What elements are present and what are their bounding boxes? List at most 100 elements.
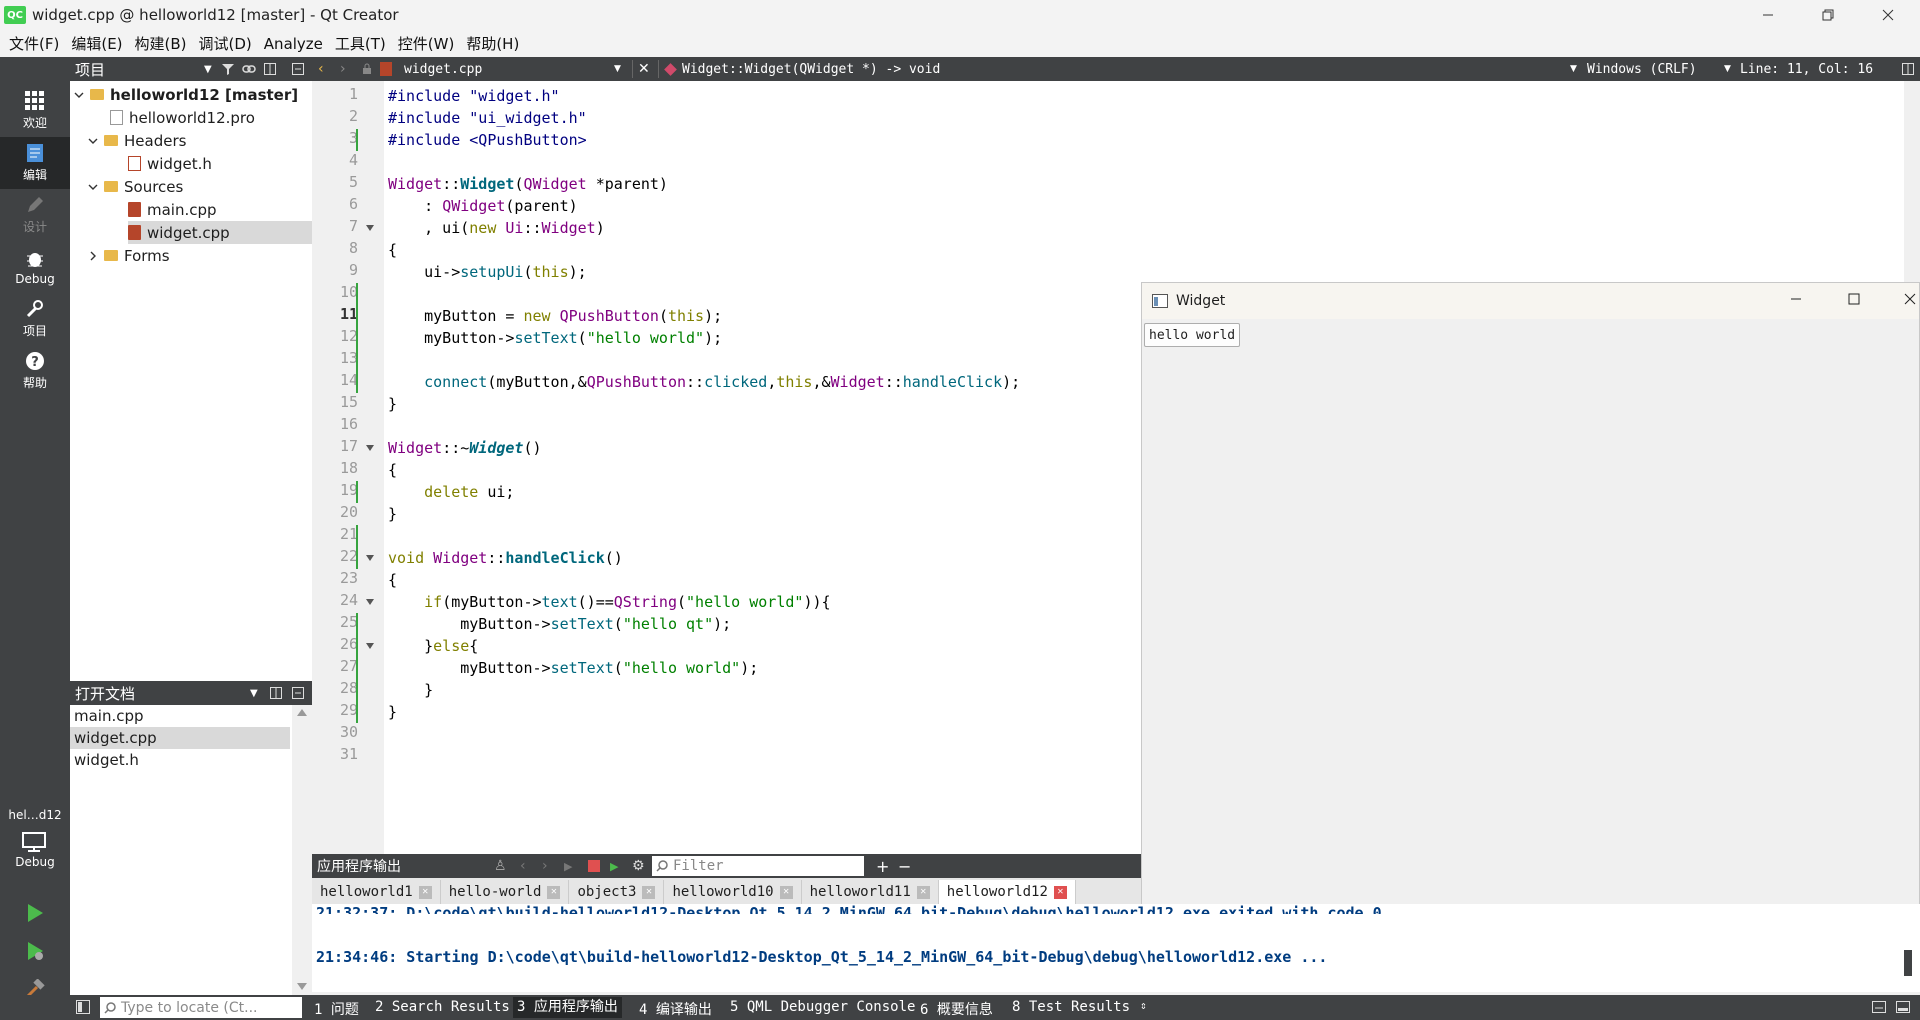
pane-compile-output[interactable]: 4 编译输出 (639, 999, 712, 1019)
tree-item-sources[interactable]: Sources (88, 175, 312, 198)
debug-run-button[interactable] (0, 933, 70, 969)
output-pane-toggle-icon[interactable] (1896, 1001, 1910, 1013)
prev-icon[interactable]: ‹ (520, 858, 526, 874)
pane-application-output[interactable]: 3 应用程序输出 (513, 997, 622, 1018)
current-symbol[interactable]: Widget::Widget(QWidget *) -> void (682, 62, 940, 77)
menu-widgets[interactable]: 控件(W) (392, 33, 461, 54)
tree-item-widget-h[interactable]: widget.h (128, 152, 312, 175)
tree-item-project-root[interactable]: helloworld12 [master] (70, 83, 312, 106)
gear-icon[interactable]: ⚙ (632, 858, 645, 874)
output-tab[interactable]: helloworld1 ✕ (312, 880, 441, 904)
pane-issues[interactable]: 1 问题 (314, 999, 359, 1019)
output-tab[interactable]: hello-world ✕ (440, 880, 570, 904)
view-dropdown-icon[interactable]: ▼ (204, 64, 212, 75)
menu-file[interactable]: 文件(F) (3, 33, 65, 54)
tree-item-widget-cpp[interactable]: widget.cpp (128, 221, 312, 244)
tree-item-forms[interactable]: Forms (88, 244, 312, 267)
symbol-dropdown-icon[interactable]: ▼ (1570, 64, 1577, 74)
open-doc-item[interactable]: widget.h (70, 749, 290, 771)
mode-debug[interactable]: Debug (0, 241, 70, 293)
more-panes-icon[interactable]: ⇕ (1140, 999, 1147, 1012)
mode-edit[interactable]: 编辑 (0, 137, 70, 189)
locator-input[interactable]: Type to locate (Ct... (100, 997, 302, 1018)
debug-rerun-icon[interactable]: ▶ (610, 860, 618, 873)
pane-qml-debugger[interactable]: 5 QML Debugger Console (730, 999, 915, 1015)
pane-test-results[interactable]: 8 Test Results (1012, 999, 1130, 1015)
close-tab-icon[interactable]: ✕ (916, 885, 930, 899)
fold-marker-icon[interactable] (366, 225, 374, 231)
fold-marker-icon[interactable] (366, 555, 374, 561)
open-doc-item[interactable]: widget.cpp (70, 727, 290, 749)
minimize-button[interactable] (1740, 0, 1796, 30)
close-tab-icon[interactable]: ✕ (547, 885, 561, 899)
run-button[interactable] (0, 895, 70, 931)
kit-selector[interactable]: Debug (0, 825, 70, 875)
widget-maximize-button[interactable] (1848, 293, 1860, 305)
pane-search-results[interactable]: 2 Search Results (375, 999, 510, 1015)
output-filter-input[interactable]: Filter (652, 856, 864, 876)
widget-minimize-button[interactable] (1790, 293, 1802, 305)
split-icon[interactable] (270, 687, 282, 699)
tree-item-main-cpp[interactable]: main.cpp (128, 198, 312, 221)
scrollbar[interactable] (292, 705, 312, 995)
mode-design[interactable]: 设计 (0, 189, 70, 241)
menu-edit[interactable]: 编辑(E) (65, 33, 128, 54)
scroll-up-icon[interactable] (297, 709, 307, 716)
mode-projects[interactable]: 项目 (0, 293, 70, 345)
cursor-position[interactable]: Line: 11, Col: 16 (1740, 62, 1873, 77)
rerun-icon[interactable]: ▶ (564, 860, 572, 873)
close-panel-icon[interactable] (292, 63, 304, 75)
close-tab-icon[interactable]: ✕ (642, 885, 656, 899)
scroll-down-icon[interactable] (297, 983, 307, 990)
split-icon[interactable] (264, 63, 276, 75)
toggle-sidebar-icon[interactable] (76, 1000, 90, 1014)
application-output[interactable]: 21:32:37: D:\code\qt\build-helloworld12-… (312, 904, 1920, 992)
menu-tools[interactable]: 工具(T) (329, 33, 392, 54)
close-file-icon[interactable]: ✕ (638, 61, 650, 77)
fold-marker-icon[interactable] (366, 643, 374, 649)
file-dropdown-icon[interactable]: ▼ (614, 64, 621, 74)
forward-arrow-icon[interactable]: › (340, 61, 346, 77)
next-icon[interactable]: › (542, 858, 548, 874)
line-ending[interactable]: Windows (CRLF) (1587, 62, 1697, 77)
restore-button[interactable] (1800, 0, 1856, 30)
fold-marker-icon[interactable] (366, 445, 374, 451)
fold-marker-icon[interactable] (366, 599, 374, 605)
open-doc-item[interactable]: main.cpp (70, 705, 290, 727)
close-button[interactable] (1860, 0, 1916, 30)
output-tab[interactable]: object3 ✕ (569, 880, 665, 904)
output-tab-active[interactable]: helloworld12 ✕ (938, 880, 1076, 904)
line-ending-dropdown-icon[interactable]: ▼ (1724, 64, 1731, 74)
add-icon[interactable]: + (876, 857, 889, 876)
tree-item-pro-file[interactable]: helloworld12.pro (110, 106, 312, 129)
stop-icon[interactable] (588, 860, 600, 872)
mode-welcome[interactable]: 欢迎 (0, 85, 70, 137)
tree-label-sources: Sources (124, 177, 184, 196)
attach-icon[interactable]: ♙ (494, 858, 507, 874)
dropdown-icon[interactable]: ▼ (250, 688, 258, 699)
output-tab[interactable]: helloworld10 ✕ (664, 880, 802, 904)
menu-debug[interactable]: 调试(D) (193, 33, 258, 54)
separator (658, 60, 659, 78)
close-tab-icon[interactable]: ✕ (779, 885, 793, 899)
menu-help[interactable]: 帮助(H) (460, 33, 525, 54)
link-icon[interactable] (242, 63, 256, 75)
hello-world-button[interactable]: hello world (1144, 323, 1241, 347)
close-tab-icon[interactable]: ✕ (418, 885, 432, 899)
output-scrollbar-handle[interactable] (1904, 950, 1912, 976)
progress-toggle-icon[interactable] (1872, 1001, 1886, 1013)
filter-icon[interactable] (222, 63, 234, 75)
menu-build[interactable]: 构建(B) (129, 33, 193, 54)
close-tab-icon[interactable]: ✕ (1053, 885, 1067, 899)
split-editor-icon[interactable] (1902, 63, 1914, 75)
current-file-name[interactable]: widget.cpp (404, 62, 482, 77)
mode-help[interactable]: ? 帮助 (0, 345, 70, 397)
back-arrow-icon[interactable]: ‹ (318, 61, 324, 77)
pane-general-messages[interactable]: 6 概要信息 (920, 999, 993, 1019)
close-panel-icon[interactable] (292, 687, 304, 699)
menu-analyze[interactable]: Analyze (258, 35, 329, 53)
minus-icon[interactable]: − (898, 857, 911, 876)
tree-item-headers[interactable]: Headers (88, 129, 312, 152)
widget-close-button[interactable] (1904, 293, 1916, 305)
output-tab[interactable]: helloworld11 ✕ (801, 880, 939, 904)
